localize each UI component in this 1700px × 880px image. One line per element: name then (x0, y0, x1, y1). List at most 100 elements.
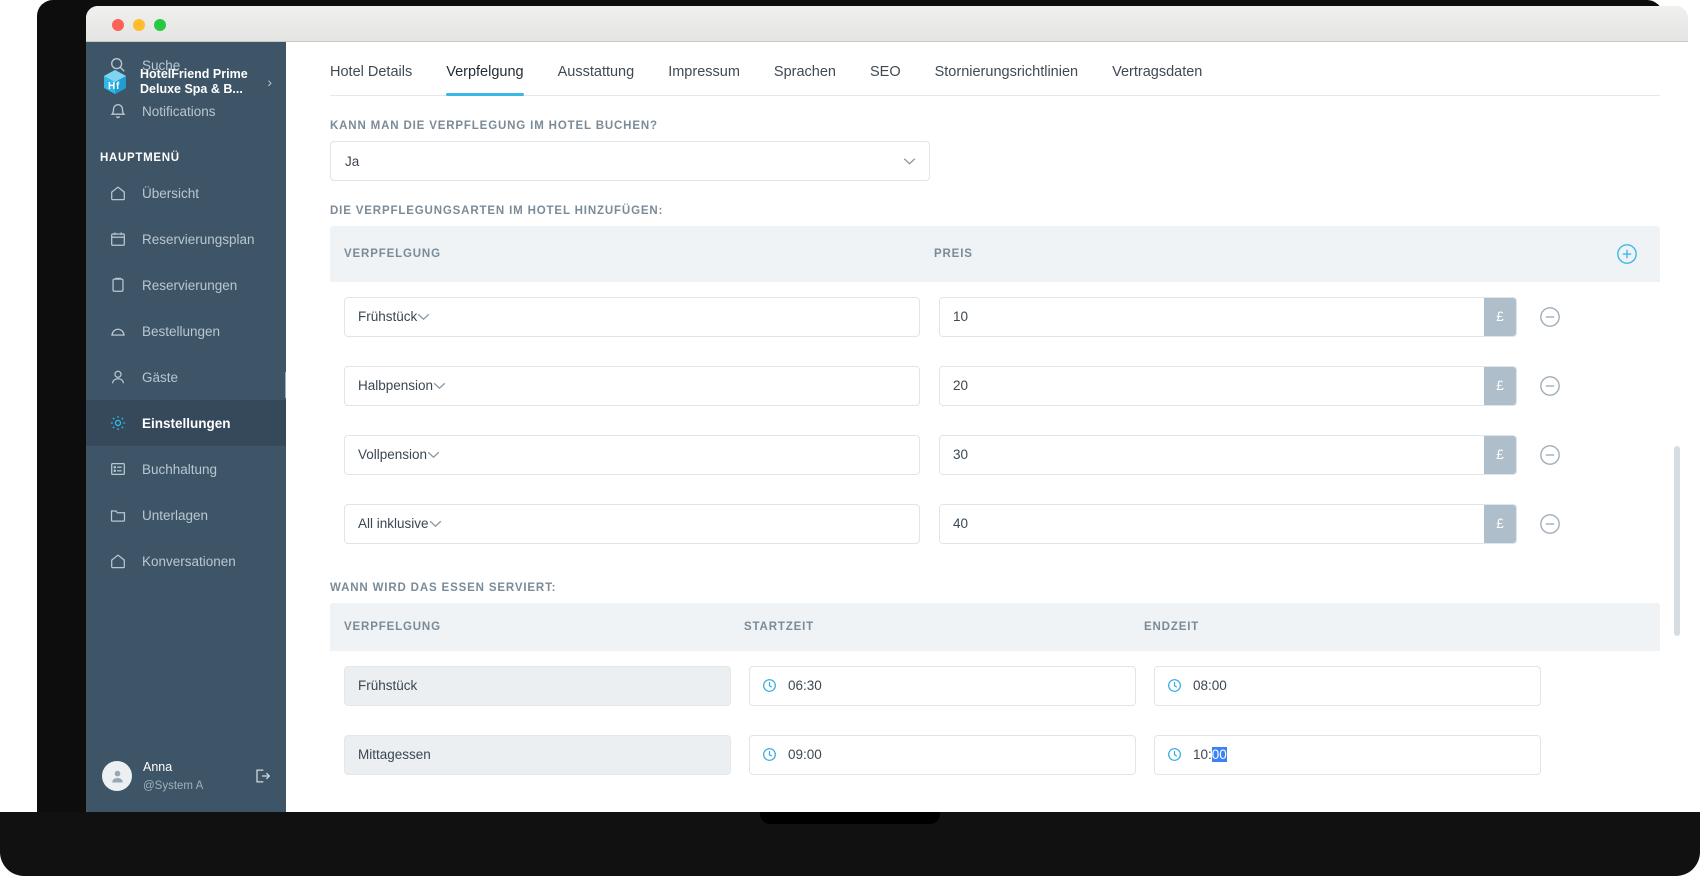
sidebar-item-ubersicht[interactable]: Übersicht (86, 170, 286, 216)
logout-icon[interactable] (252, 766, 272, 791)
bell-icon (108, 101, 128, 121)
remove-meal-row-button[interactable] (1539, 375, 1561, 397)
sidebar-item-reservierungen[interactable]: Reservierungen (86, 262, 286, 308)
add-meal-row-button[interactable] (1616, 243, 1638, 265)
tab-ausstattung[interactable]: Ausstattung (558, 64, 635, 95)
column-header-start: STARTZEIT (744, 621, 815, 633)
meal-type-value: Vollpension (358, 447, 428, 462)
sidebar-item-einstellungen[interactable]: Einstellungen (86, 400, 286, 446)
end-time-input[interactable]: 10: 00 (1154, 734, 1541, 775)
end-time-value-selected: 00 (1211, 747, 1227, 762)
avatar (102, 761, 132, 791)
chevron-down-icon (427, 447, 440, 462)
tab-seo[interactable]: SEO (870, 64, 901, 95)
meal-type-value: Halbpension (358, 378, 434, 393)
settings-tabs: Hotel Details Verpfelgung Ausstattung Im… (330, 42, 1660, 96)
serving-times-table: VERPFELGUNG STARTZEIT ENDZEIT Frühstück (330, 603, 1660, 789)
meals-table: VERPFELGUNG PREIS Frühstück 10 £ Halbpen… (330, 226, 1660, 558)
currency-suffix: £ (1484, 297, 1516, 336)
sidebar-item-label: Einstellungen (142, 415, 231, 431)
currency-suffix: £ (1484, 435, 1516, 474)
list-icon (108, 459, 128, 479)
sidebar-item-label: Gäste (142, 369, 179, 385)
currency-suffix: £ (1484, 504, 1516, 543)
minimize-window-button[interactable] (133, 19, 145, 31)
close-window-button[interactable] (112, 19, 124, 31)
tab-vertragsdaten[interactable]: Vertragsdaten (1112, 64, 1202, 95)
room-service-icon (108, 321, 128, 341)
sidebar-user-profile[interactable]: Anna @System A (86, 740, 286, 812)
remove-meal-row-button[interactable] (1539, 513, 1561, 535)
sidebar-item-unterlagen[interactable]: Unterlagen (86, 492, 286, 538)
search-icon (108, 55, 128, 75)
bookable-select-value: Ja (345, 153, 360, 169)
meal-price-input[interactable] (940, 504, 1484, 543)
sidebar-item-konversationen[interactable]: Konversationen (86, 538, 286, 584)
tab-verpfelgung[interactable]: Verpfelgung (446, 64, 525, 96)
tab-stornierungsrichtlinien[interactable]: Stornierungsrichtlinien (935, 64, 1078, 95)
start-time-value: 09:00 (788, 747, 822, 762)
calendar-icon (108, 229, 128, 249)
table-row: Halbpension £ (330, 351, 1660, 420)
meal-price-input[interactable] (940, 297, 1484, 336)
sidebar-item-buchhaltung[interactable]: Buchhaltung (86, 446, 286, 492)
meal-type-select[interactable]: All inklusive (344, 503, 920, 544)
maximize-window-button[interactable] (154, 19, 166, 31)
start-time-input[interactable]: 09:00 (749, 734, 1136, 775)
window-titlebar (86, 6, 1688, 42)
start-time-value: 06:30 (788, 678, 822, 693)
meal-type-value: All inklusive (358, 516, 429, 531)
sidebar-item-bestellungen[interactable]: Bestellungen (86, 308, 286, 354)
meal-price-wrapper: £ (939, 365, 1517, 406)
clock-icon (762, 678, 777, 693)
chevron-down-icon (433, 378, 446, 393)
clock-icon (1167, 678, 1182, 693)
serving-meal-name: Mittagessen (344, 734, 731, 775)
sidebar: H f HotelFriend Prime Deluxe Spa & B... … (86, 42, 286, 812)
sidebar-item-notifications[interactable]: Notifications (86, 88, 286, 134)
tab-sprachen[interactable]: Sprachen (774, 64, 836, 95)
laptop-bezel: H f HotelFriend Prime Deluxe Spa & B... … (37, 0, 1688, 818)
clock-icon (1167, 747, 1182, 762)
meal-type-select[interactable]: Vollpension (344, 434, 920, 475)
user-icon (108, 367, 128, 387)
sidebar-item-label: Unterlagen (142, 507, 209, 523)
tab-impressum[interactable]: Impressum (668, 64, 740, 95)
sidebar-item-gaste[interactable]: Gäste (86, 354, 286, 400)
meal-type-select[interactable]: Frühstück (344, 296, 920, 337)
meal-price-input[interactable] (940, 366, 1484, 405)
start-time-input[interactable]: 06:30 (749, 665, 1136, 706)
serving-table-header: VERPFELGUNG STARTZEIT ENDZEIT (330, 603, 1660, 651)
table-row: Frühstück £ (330, 282, 1660, 351)
chevron-down-icon (903, 154, 916, 169)
table-row: Mittagessen 09:00 10: 00 (330, 720, 1660, 789)
meal-price-wrapper: £ (939, 296, 1517, 337)
meal-type-select[interactable]: Halbpension (344, 365, 920, 406)
column-header-meal: VERPFELGUNG (344, 248, 441, 260)
sidebar-item-label: Übersicht (142, 185, 200, 201)
sidebar-item-label: Bestellungen (142, 323, 221, 339)
meal-price-input[interactable] (940, 435, 1484, 474)
column-header-meal: VERPFELGUNG (344, 621, 441, 633)
sidebar-item-label: Reservierungen (142, 277, 238, 293)
serving-label: WANN WIRD DAS ESSEN SERVIERT: (330, 582, 557, 594)
sidebar-item-label: Notifications (142, 103, 216, 119)
end-time-value: 08:00 (1193, 678, 1227, 693)
browser-window: H f HotelFriend Prime Deluxe Spa & B... … (86, 6, 1688, 812)
bookable-select[interactable]: Ja (330, 141, 930, 181)
content-scrollbar-thumb[interactable] (1674, 446, 1680, 636)
meals-table-header: VERPFELGUNG PREIS (330, 226, 1660, 282)
sidebar-item-reservierungsplan[interactable]: Reservierungsplan (86, 216, 286, 262)
remove-meal-row-button[interactable] (1539, 306, 1561, 328)
column-header-end: ENDZEIT (1144, 621, 1200, 633)
sidebar-item-label: Suche (142, 57, 181, 73)
tab-hotel-details[interactable]: Hotel Details (330, 64, 412, 95)
home-icon (108, 183, 128, 203)
app-root: H f HotelFriend Prime Deluxe Spa & B... … (86, 42, 1688, 812)
end-time-input[interactable]: 08:00 (1154, 665, 1541, 706)
content-scrollbar-track[interactable] (1674, 86, 1684, 812)
remove-meal-row-button[interactable] (1539, 444, 1561, 466)
user-name: Anna (143, 760, 173, 774)
sidebar-item-suche[interactable]: Suche (86, 42, 286, 88)
gear-icon (108, 413, 128, 433)
